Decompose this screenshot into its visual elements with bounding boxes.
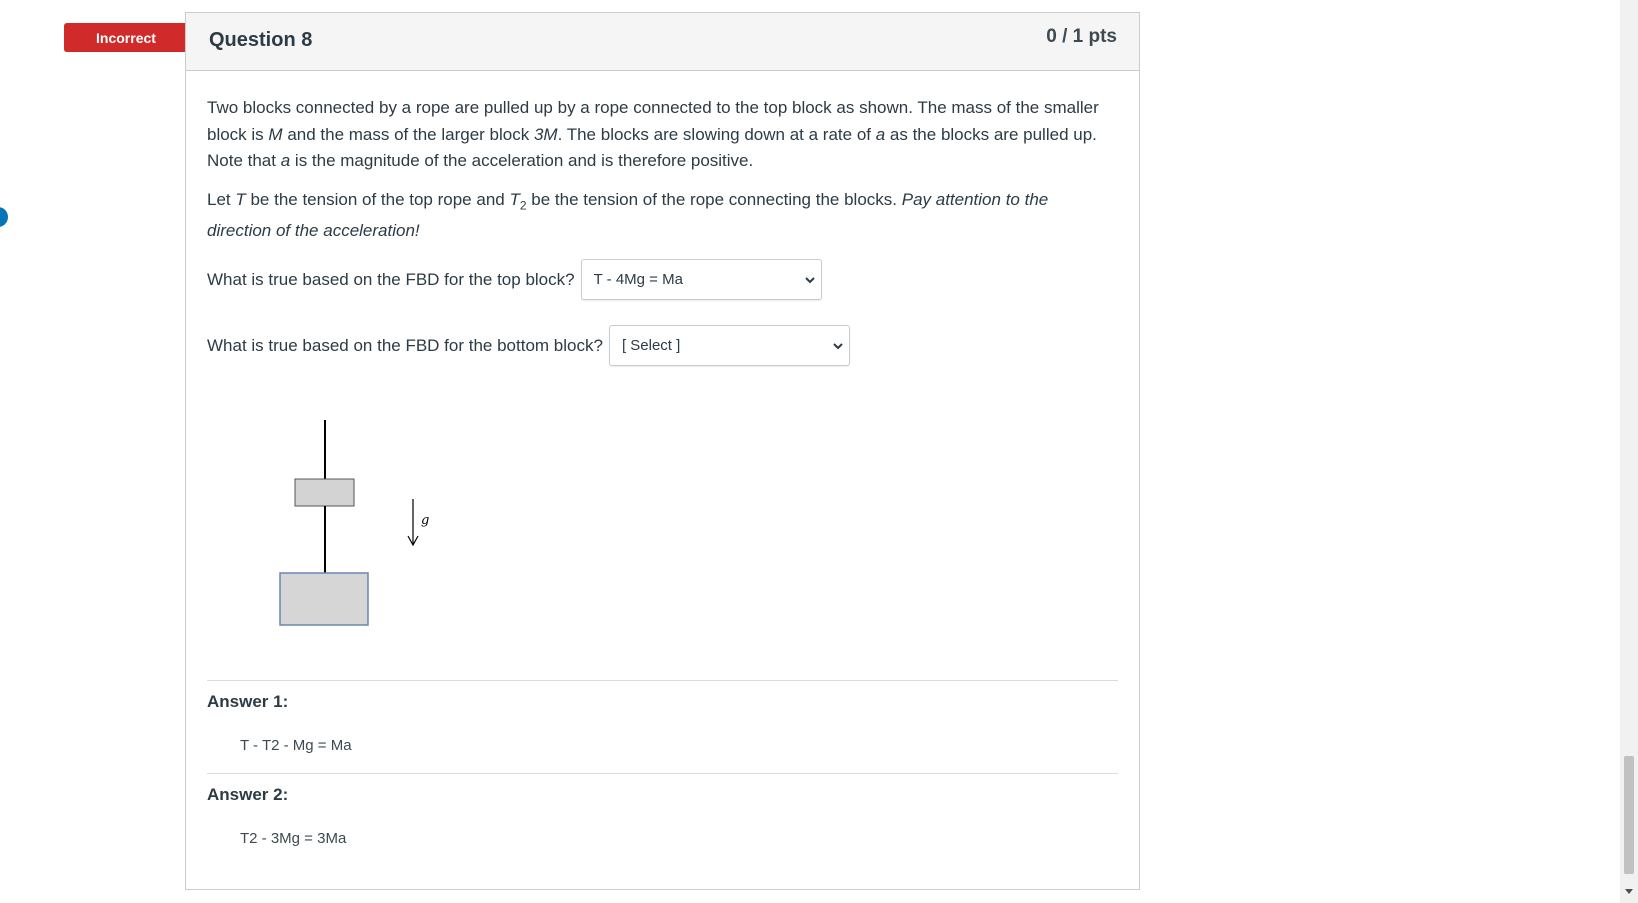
para2-tension-t: T	[235, 189, 246, 209]
incorrect-badge-label: Incorrect	[96, 29, 156, 46]
para2-tension-t2-sub: 2	[519, 197, 527, 212]
answer-2-value: T2 - 3Mg = 3Ma	[240, 830, 347, 847]
bottom-block-select[interactable]: [ Select ]	[608, 325, 850, 366]
question-title: Question 8	[209, 29, 313, 51]
chevron-down-icon	[833, 342, 843, 349]
scrollbar-thumb[interactable]	[1624, 756, 1634, 874]
question-body: Two blocks connected by a rope are pulle…	[207, 95, 1117, 257]
answers-divider-2	[207, 773, 1118, 774]
tension-paragraph: Let T be the tension of the top rope and…	[207, 187, 1117, 245]
para2-tension-t2: T	[509, 189, 520, 209]
answer-1-value: T - T2 - Mg = Ma	[240, 737, 352, 754]
page-scrollbar[interactable]	[1620, 0, 1638, 903]
question-points: 0 / 1 pts	[1046, 26, 1117, 47]
top-block-question: What is true based on the FBD for the to…	[207, 259, 822, 300]
gravity-label: g	[421, 513, 429, 528]
gravity-arrow-icon	[407, 499, 419, 547]
bottom-block-select-value: [ Select ]	[621, 337, 681, 354]
scroll-down-arrow-icon[interactable]	[1625, 889, 1633, 894]
para1-accel-a: a	[875, 124, 886, 144]
para1-accel-a2: a	[280, 151, 291, 170]
question-header: Question 8 0 / 1 pts	[186, 13, 1139, 71]
para2-text1: Let	[207, 189, 236, 209]
para2-text3: be the tension of the rope connecting th…	[526, 189, 902, 209]
para1-text2: and the mass of the larger block	[282, 124, 534, 144]
para1-text3: . The blocks are slowing down at a rate …	[557, 124, 876, 144]
top-block-question-label: What is true based on the FBD for the to…	[207, 269, 575, 289]
info-dot-icon[interactable]	[0, 207, 8, 227]
answers-divider-1	[207, 680, 1118, 681]
para1-mass-m: M	[268, 124, 283, 144]
small-block	[294, 478, 355, 507]
para1-mass-3m: 3M	[533, 124, 558, 144]
bottom-block-question-label: What is true based on the FBD for the bo…	[207, 335, 603, 355]
incorrect-badge: Incorrect	[64, 23, 198, 52]
top-block-select[interactable]: T - 4Mg = Ma	[580, 259, 822, 300]
answer-2-label: Answer 2:	[207, 785, 289, 804]
answer-1-label: Answer 1:	[207, 692, 289, 711]
top-block-select-value: T - 4Mg = Ma	[593, 271, 683, 288]
para2-text2: be the tension of the top rope and	[245, 189, 510, 209]
blocks-diagram: g	[279, 420, 429, 626]
bottom-block-question: What is true based on the FBD for the bo…	[207, 325, 850, 366]
problem-paragraph: Two blocks connected by a rope are pulle…	[207, 95, 1117, 175]
chevron-down-icon	[804, 276, 815, 283]
large-block	[279, 572, 369, 626]
para1-text5: is the magnitude of the acceleration and…	[290, 151, 754, 170]
